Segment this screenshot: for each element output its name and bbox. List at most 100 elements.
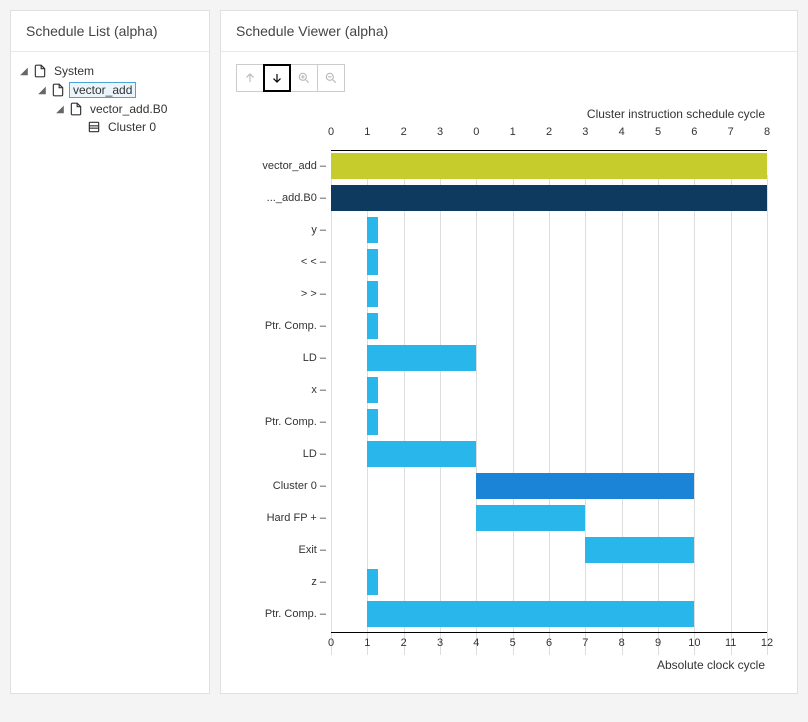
row-label: Exit – bbox=[236, 544, 326, 556]
top-axis-tick: 3 bbox=[582, 126, 588, 138]
zoom-in-button[interactable] bbox=[290, 64, 318, 92]
row-label: Ptr. Comp. – bbox=[236, 608, 326, 620]
bottom-axis-tick: 8 bbox=[619, 637, 625, 649]
top-axis-title: Cluster instruction schedule cycle bbox=[241, 107, 767, 121]
chart-row[interactable]: vector_add – bbox=[331, 150, 767, 182]
top-axis-tick: 6 bbox=[691, 126, 697, 138]
chart-row[interactable]: Exit – bbox=[331, 534, 767, 566]
top-axis-tick: 0 bbox=[473, 126, 479, 138]
row-label: > > – bbox=[236, 288, 326, 300]
bottom-axis-tick: 12 bbox=[761, 637, 773, 649]
bottom-axis-tick: 5 bbox=[510, 637, 516, 649]
tree-node-vector-add[interactable]: ◢ vector_add bbox=[37, 80, 201, 100]
schedule-viewer-panel: Schedule Viewer (alpha) Cluster instruct… bbox=[220, 10, 798, 694]
chart-rows: vector_add –..._add.B0 –y –< < –> > –Ptr… bbox=[331, 150, 767, 630]
cluster-icon bbox=[87, 120, 101, 134]
gantt-bar[interactable] bbox=[476, 505, 585, 531]
tree-label-vector-add: vector_add bbox=[69, 82, 136, 98]
row-label: Cluster 0 – bbox=[236, 480, 326, 492]
row-label: vector_add – bbox=[236, 160, 326, 172]
chart-row[interactable]: Cluster 0 – bbox=[331, 470, 767, 502]
gantt-bar[interactable] bbox=[367, 441, 476, 467]
bottom-axis-tick: 4 bbox=[473, 637, 479, 649]
gantt-bar[interactable] bbox=[367, 249, 378, 275]
gantt-bar[interactable] bbox=[367, 313, 378, 339]
top-axis-tick: 1 bbox=[510, 126, 516, 138]
gantt-bar[interactable] bbox=[367, 601, 694, 627]
schedule-viewer-title: Schedule Viewer (alpha) bbox=[221, 11, 797, 52]
gantt-bar[interactable] bbox=[367, 281, 378, 307]
top-axis: 0 1 2 3 0 1 2 3 4 5 6 7 8 bbox=[331, 126, 767, 150]
top-axis-tick: 8 bbox=[764, 126, 770, 138]
top-axis-tick: 0 bbox=[328, 126, 334, 138]
tree-label-vector-add-b0: vector_add.B0 bbox=[87, 102, 170, 116]
chart-row[interactable]: Ptr. Comp. – bbox=[331, 406, 767, 438]
bottom-axis-tick: 0 bbox=[328, 637, 334, 649]
row-label: ..._add.B0 – bbox=[236, 192, 326, 204]
gantt-bar[interactable] bbox=[585, 537, 694, 563]
viewer-toolbar bbox=[221, 52, 797, 97]
bottom-axis-tick: 10 bbox=[688, 637, 700, 649]
chart-row[interactable]: ..._add.B0 – bbox=[331, 182, 767, 214]
top-axis-tick: 2 bbox=[546, 126, 552, 138]
gantt-bar[interactable] bbox=[476, 473, 694, 499]
schedule-gantt-chart: 0 1 2 3 0 1 2 3 4 5 6 7 8 vector_add –..._add.B0 –y … bbox=[241, 126, 767, 672]
chart-row[interactable]: Ptr. Comp. – bbox=[331, 310, 767, 342]
row-label: LD – bbox=[236, 448, 326, 460]
bottom-axis-tick: 9 bbox=[655, 637, 661, 649]
chevron-down-icon[interactable]: ◢ bbox=[55, 104, 65, 115]
chart-row[interactable]: > > – bbox=[331, 278, 767, 310]
gantt-bar[interactable] bbox=[367, 217, 378, 243]
up-button[interactable] bbox=[236, 64, 264, 92]
chart-row[interactable]: LD – bbox=[331, 342, 767, 374]
gantt-bar[interactable] bbox=[367, 569, 378, 595]
tree-node-system[interactable]: ◢ System bbox=[19, 62, 201, 80]
row-label: LD – bbox=[236, 352, 326, 364]
tree-node-cluster0[interactable]: Cluster 0 bbox=[73, 118, 201, 136]
top-axis-tick: 4 bbox=[619, 126, 625, 138]
row-label: Ptr. Comp. – bbox=[236, 416, 326, 428]
bottom-axis-tick: 6 bbox=[546, 637, 552, 649]
chart-row[interactable]: z – bbox=[331, 566, 767, 598]
bottom-axis-tick: 3 bbox=[437, 637, 443, 649]
schedule-list-panel: Schedule List (alpha) ◢ System ◢ vector_… bbox=[10, 10, 210, 694]
bottom-axis: 0123456789101112 bbox=[331, 632, 767, 656]
chevron-down-icon[interactable]: ◢ bbox=[19, 66, 29, 77]
schedule-list-title: Schedule List (alpha) bbox=[11, 11, 209, 52]
row-label: y – bbox=[236, 224, 326, 236]
schedule-tree: ◢ System ◢ vector_add ◢ vector_add.B0 bbox=[11, 52, 209, 146]
bottom-axis-tick: 1 bbox=[364, 637, 370, 649]
tree-node-vector-add-b0[interactable]: ◢ vector_add.B0 bbox=[55, 100, 201, 118]
top-axis-tick: 1 bbox=[364, 126, 370, 138]
chart-area: Cluster instruction schedule cycle 01230… bbox=[221, 97, 797, 722]
chart-row[interactable]: LD – bbox=[331, 438, 767, 470]
chart-row[interactable]: Ptr. Comp. – bbox=[331, 598, 767, 630]
tree-label-system: System bbox=[51, 64, 97, 78]
bottom-axis-tick: 7 bbox=[582, 637, 588, 649]
row-label: < < – bbox=[236, 256, 326, 268]
file-icon bbox=[33, 64, 47, 78]
gantt-bar[interactable] bbox=[367, 409, 378, 435]
top-axis-tick: 5 bbox=[655, 126, 661, 138]
chart-row[interactable]: y – bbox=[331, 214, 767, 246]
row-label: Hard FP + – bbox=[236, 512, 326, 524]
gantt-bar[interactable] bbox=[331, 185, 767, 211]
gantt-bar[interactable] bbox=[367, 377, 378, 403]
top-axis-tick: 7 bbox=[728, 126, 734, 138]
top-axis-tick: 3 bbox=[437, 126, 443, 138]
tree-label-cluster0: Cluster 0 bbox=[105, 120, 159, 134]
bottom-axis-title: Absolute clock cycle bbox=[241, 658, 767, 672]
chevron-down-icon[interactable]: ◢ bbox=[37, 85, 47, 96]
zoom-out-button[interactable] bbox=[317, 64, 345, 92]
chart-row[interactable]: Hard FP + – bbox=[331, 502, 767, 534]
bottom-axis-tick: 11 bbox=[725, 637, 736, 649]
chart-row[interactable]: < < – bbox=[331, 246, 767, 278]
file-icon bbox=[51, 83, 65, 97]
grid-line bbox=[767, 175, 768, 655]
gantt-bar[interactable] bbox=[367, 345, 476, 371]
down-button[interactable] bbox=[263, 64, 291, 92]
chart-row[interactable]: x – bbox=[331, 374, 767, 406]
top-axis-tick: 2 bbox=[401, 126, 407, 138]
file-icon bbox=[69, 102, 83, 116]
gantt-bar[interactable] bbox=[331, 153, 767, 179]
